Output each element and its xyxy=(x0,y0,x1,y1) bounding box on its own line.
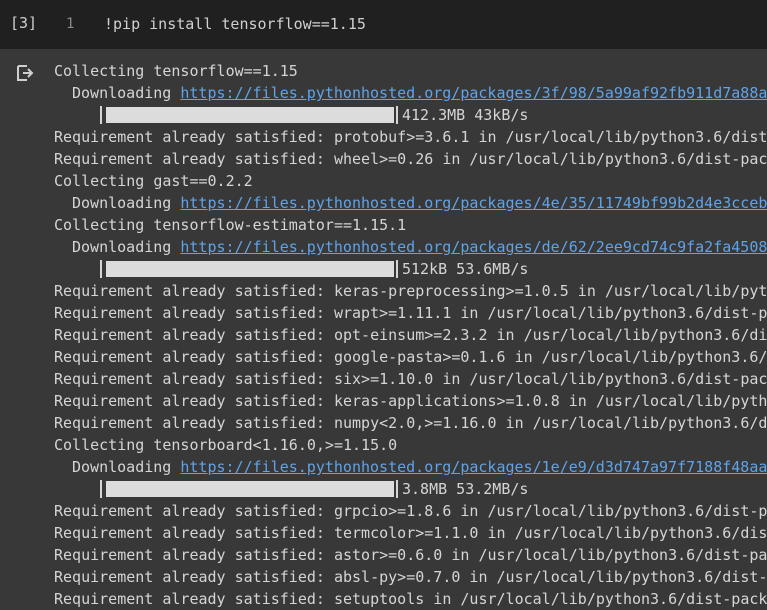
download-line: Downloading https://files.pythonhosted.o… xyxy=(54,456,767,478)
execution-count: [3] xyxy=(10,14,38,32)
progress-bar-edge xyxy=(100,106,102,124)
progress-bar xyxy=(100,480,398,498)
output-line: Requirement already satisfied: absl-py>=… xyxy=(54,568,767,586)
progress-bar-edge xyxy=(396,106,398,124)
package-url-link[interactable]: https://files.pythonhosted.org/packages/… xyxy=(180,458,767,476)
output-redirect-icon[interactable] xyxy=(15,63,35,83)
progress-bar-edge xyxy=(396,480,398,498)
progress-line: 412.3MB 43kB/s xyxy=(54,104,767,126)
download-label: Downloading xyxy=(72,458,181,476)
package-url-link[interactable]: https://files.pythonhosted.org/packages/… xyxy=(180,194,767,212)
output-line: Collecting tensorflow-estimator==1.15.1 xyxy=(54,216,407,234)
output-line: Requirement already satisfied: numpy<2.0… xyxy=(54,414,767,432)
progress-bar-fill xyxy=(106,261,394,277)
cell-output: Collecting tensorflow==1.15 Downloading h… xyxy=(54,60,767,610)
output-line: Requirement already satisfied: setuptool… xyxy=(54,590,767,608)
output-line: Requirement already satisfied: wheel>=0.… xyxy=(54,150,767,168)
code-input[interactable]: !pip install tensorflow==1.15 xyxy=(104,15,366,33)
output-line: Requirement already satisfied: google-pa… xyxy=(54,348,767,366)
output-line: Requirement already satisfied: keras-app… xyxy=(54,392,767,410)
download-line: Downloading https://files.pythonhosted.o… xyxy=(54,236,767,258)
progress-line: 3.8MB 53.2MB/s xyxy=(54,478,767,500)
download-label: Downloading xyxy=(72,84,181,102)
progress-info: 512kB 53.6MB/s xyxy=(402,260,529,278)
package-url-link[interactable]: https://files.pythonhosted.org/packages/… xyxy=(180,238,767,256)
line-number: 1 xyxy=(66,16,75,32)
output-line: Collecting tensorflow==1.15 xyxy=(54,62,298,80)
download-line: Downloading https://files.pythonhosted.o… xyxy=(54,192,767,214)
output-line: Requirement already satisfied: protobuf>… xyxy=(54,128,767,146)
download-label: Downloading xyxy=(72,194,181,212)
progress-bar-edge xyxy=(100,260,102,278)
output-line: Requirement already satisfied: opt-einsu… xyxy=(54,326,767,344)
download-label: Downloading xyxy=(72,238,181,256)
output-line: Requirement already satisfied: termcolor… xyxy=(54,524,767,542)
output-line: Collecting gast==0.2.2 xyxy=(54,172,253,190)
progress-bar-edge xyxy=(396,260,398,278)
output-line: Requirement already satisfied: keras-pre… xyxy=(54,282,767,300)
output-line: Requirement already satisfied: wrapt>=1.… xyxy=(54,304,767,322)
progress-line: 512kB 53.6MB/s xyxy=(54,258,767,280)
progress-bar-edge xyxy=(100,480,102,498)
code-cell-header[interactable]: [3] 1 !pip install tensorflow==1.15 xyxy=(0,0,767,49)
progress-bar xyxy=(100,106,398,124)
progress-info: 412.3MB 43kB/s xyxy=(402,106,529,124)
output-line: Requirement already satisfied: astor>=0.… xyxy=(54,546,767,564)
download-line: Downloading https://files.pythonhosted.o… xyxy=(54,82,767,104)
package-url-link[interactable]: https://files.pythonhosted.org/packages/… xyxy=(180,84,767,102)
output-line: Collecting tensorboard<1.16.0,>=1.15.0 xyxy=(54,436,398,454)
output-line: Requirement already satisfied: six>=1.10… xyxy=(54,370,767,388)
output-line: Requirement already satisfied: grpcio>=1… xyxy=(54,502,767,520)
progress-info: 3.8MB 53.2MB/s xyxy=(402,480,529,498)
progress-bar-fill xyxy=(106,107,394,123)
progress-bar xyxy=(100,260,398,278)
progress-bar-fill xyxy=(106,481,394,497)
